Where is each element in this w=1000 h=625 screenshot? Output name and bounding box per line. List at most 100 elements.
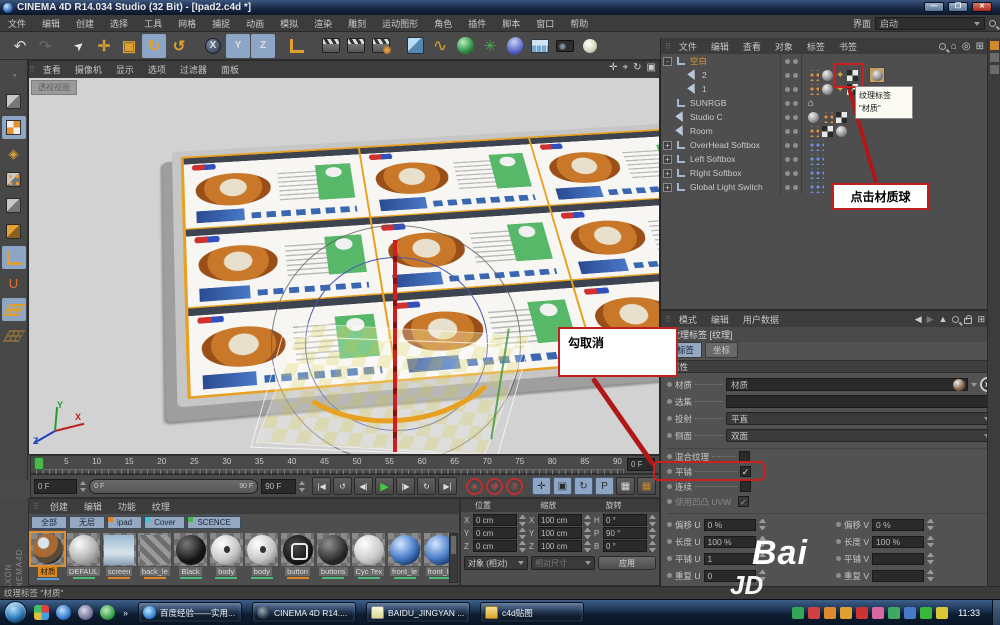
projection-dropdown[interactable]: 平直 — [726, 412, 995, 425]
add-panel-icon[interactable]: ⊞ — [976, 41, 984, 52]
object-row[interactable]: 2✦ — [661, 68, 1000, 82]
material-menu-item[interactable]: 纹理 — [144, 502, 178, 512]
anim-dot-icon[interactable] — [667, 433, 672, 438]
rotate-view-icon[interactable]: ↻ — [633, 62, 641, 73]
menu-item[interactable]: 动画 — [238, 19, 272, 29]
repeat-v-field[interactable] — [872, 570, 924, 582]
material-layer-tab-Cover[interactable]: Cover — [144, 516, 185, 529]
environment-icon[interactable] — [503, 34, 527, 58]
object-manager-menu-item[interactable]: 标签 — [800, 42, 832, 52]
side-dropdown[interactable]: 双面 — [726, 429, 995, 442]
visibility-dot-icon[interactable] — [793, 185, 798, 190]
light-icon[interactable] — [578, 34, 602, 58]
viewport-menu-item[interactable]: 查看 — [36, 65, 68, 75]
coord-mode-dropdown[interactable]: 对象 (相对) — [464, 556, 528, 570]
keyframe-selection-button[interactable]: ? — [506, 478, 523, 495]
tray-icon[interactable] — [904, 607, 916, 619]
tray-icon[interactable] — [936, 607, 948, 619]
object-manager-menu-item[interactable]: 编辑 — [704, 42, 736, 52]
minimize-button[interactable]: — — [924, 2, 944, 12]
length-v-field[interactable]: 100 % — [872, 536, 924, 548]
compositing-tag-icon[interactable] — [808, 182, 824, 193]
compositing-tag-icon[interactable] — [808, 168, 824, 179]
object-row[interactable]: +OverHead Softbox — [661, 138, 1000, 152]
properties-section-header[interactable]: 属性 — [661, 360, 1000, 373]
menu-item[interactable]: 插件 — [460, 19, 494, 29]
object-manager-menu-item[interactable]: 书签 — [832, 42, 864, 52]
object-manager-menu-item[interactable]: 文件 — [672, 42, 704, 52]
taskbar-button[interactable]: CINEMA 4D R14.... — [252, 602, 356, 623]
material-swatch[interactable]: Black — [173, 532, 209, 580]
material-layer-tab-无层[interactable]: 无层 — [69, 516, 105, 529]
next-frame-button[interactable]: |▶ — [396, 477, 415, 495]
uv-mesh-mode-icon[interactable]: ◈ — [2, 142, 26, 165]
rot-h-field[interactable]: 0 ° — [603, 514, 647, 526]
chevron-down-icon[interactable] — [971, 383, 977, 387]
display-tag-icon[interactable] — [822, 112, 833, 123]
goto-start-button[interactable]: |◀ — [312, 477, 331, 495]
visibility-dot-icon[interactable] — [785, 143, 790, 148]
expander-icon[interactable]: + — [663, 169, 672, 178]
compositing-tag-icon[interactable] — [808, 140, 824, 151]
add-panel-icon[interactable]: ⊞ — [977, 314, 985, 325]
toggle-view-icon[interactable]: ▣ — [647, 62, 656, 73]
move-icon[interactable]: ✛ — [92, 34, 116, 58]
visibility-dot-icon[interactable] — [793, 157, 798, 162]
spinner[interactable] — [519, 515, 526, 526]
visibility-dot-icon[interactable] — [793, 87, 798, 92]
object-name[interactable]: RIght Softbox — [688, 168, 780, 178]
start-button[interactable] — [4, 601, 27, 624]
show-desktop-button[interactable] — [992, 600, 1000, 625]
spline-pen-icon[interactable]: ∿ — [428, 34, 452, 58]
polygons-mode-icon[interactable] — [2, 220, 26, 243]
scale-y-field[interactable]: 100 cm — [538, 527, 582, 539]
search-icon[interactable] — [989, 20, 996, 27]
material-tag-icon[interactable] — [836, 126, 847, 137]
visibility-dot-icon[interactable] — [793, 143, 798, 148]
tray-icon[interactable] — [888, 607, 900, 619]
expander-icon[interactable]: + — [663, 183, 672, 192]
texture-tag-icon[interactable] — [869, 67, 885, 83]
material-menu-item[interactable]: 功能 — [110, 502, 144, 512]
material-ball-icon[interactable] — [138, 533, 171, 566]
scale-z-field[interactable]: 100 cm — [538, 540, 582, 552]
material-tag-icon[interactable] — [808, 112, 819, 123]
material-link-field[interactable]: 材质 — [726, 378, 968, 391]
anim-dot-icon[interactable] — [667, 454, 672, 459]
material-ball-icon[interactable] — [352, 533, 385, 566]
expander-icon[interactable]: + — [663, 141, 672, 150]
pos-y-field[interactable]: 0 cm — [473, 527, 517, 539]
menu-item[interactable]: 运动图形 — [374, 19, 426, 29]
spinner[interactable] — [519, 541, 526, 552]
drag-grip-icon[interactable]: ⠿ — [665, 315, 670, 324]
object-row[interactable]: SUNRGB⌂ — [661, 96, 1000, 110]
restore-button[interactable]: ❐ — [948, 2, 968, 12]
edges-mode-icon[interactable] — [2, 194, 26, 217]
visibility-dot-icon[interactable] — [785, 73, 790, 78]
object-name[interactable]: Room — [688, 126, 780, 136]
quick-launch-icon[interactable] — [100, 605, 115, 620]
menu-item[interactable]: 脚本 — [494, 19, 528, 29]
panel-tab-icon[interactable] — [990, 65, 999, 74]
material-swatch[interactable]: body — [208, 532, 244, 580]
display-tag-icon[interactable] — [808, 70, 819, 81]
visibility-dot-icon[interactable] — [793, 101, 798, 106]
quick-launch-icon[interactable] — [34, 605, 49, 620]
menu-item[interactable]: 雕刻 — [340, 19, 374, 29]
object-name[interactable]: Left Softbox — [688, 154, 780, 164]
y-axis-handle[interactable] — [393, 240, 397, 452]
object-name[interactable]: 空白 — [688, 55, 780, 67]
material-ball-icon[interactable] — [281, 533, 314, 566]
key-pla-toggle[interactable]: ▦ — [616, 477, 635, 495]
material-ball-icon[interactable] — [245, 533, 278, 566]
material-ball-icon[interactable] — [31, 533, 64, 565]
offset-v-field[interactable]: 0 % — [872, 519, 924, 531]
bump-uvw-checkbox[interactable]: ✓ — [738, 496, 749, 507]
visibility-dot-icon[interactable] — [793, 171, 798, 176]
object-name[interactable]: 1 — [700, 84, 780, 94]
object-name[interactable]: Global Light Switch — [688, 182, 780, 192]
render-settings-icon[interactable] — [369, 34, 393, 58]
frame-end-spinner[interactable] — [299, 481, 305, 492]
material-swatch[interactable]: button — [280, 532, 316, 580]
anim-dot-icon[interactable] — [667, 399, 672, 404]
